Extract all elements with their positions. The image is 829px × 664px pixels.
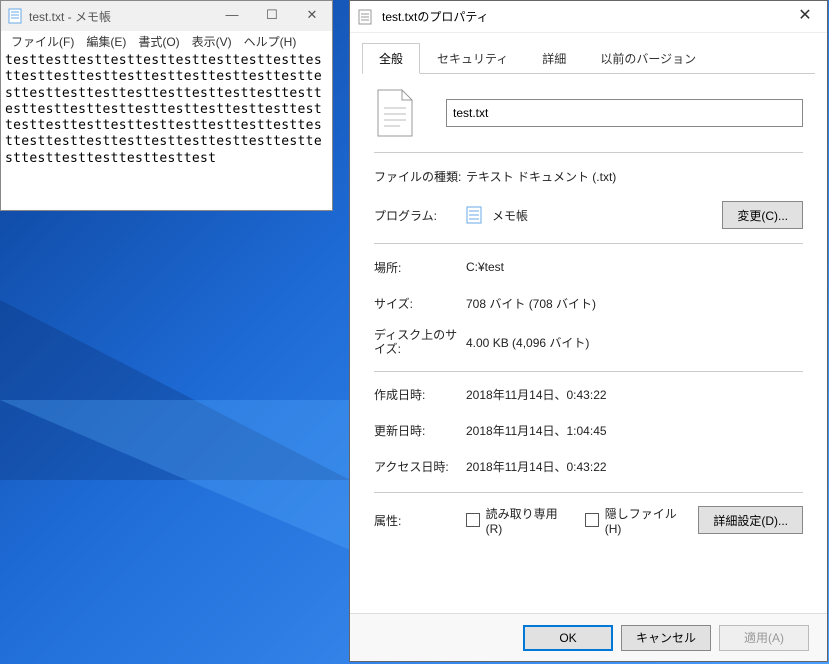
properties-tabs: 全般 セキュリティ 詳細 以前のバージョン (350, 33, 827, 73)
readonly-checkbox[interactable] (466, 513, 480, 527)
menu-file[interactable]: ファイル(F) (5, 31, 80, 51)
advanced-button[interactable]: 詳細設定(D)... (698, 506, 803, 534)
menu-view[interactable]: 表示(V) (186, 31, 238, 51)
label-attributes: 属性: (374, 512, 466, 529)
notepad-text-area[interactable]: testtesttesttesttesttesttesttesttesttest… (1, 51, 332, 210)
minimize-button[interactable]: — (212, 1, 252, 31)
change-program-button[interactable]: 変更(C)... (722, 201, 803, 229)
properties-title: test.txtのプロパティ (382, 8, 783, 25)
notepad-title: test.txt - メモ帳 (29, 8, 212, 25)
menu-edit[interactable]: 編集(E) (80, 31, 132, 51)
hidden-checkbox[interactable] (585, 513, 599, 527)
tab-general[interactable]: 全般 (362, 43, 420, 74)
notepad-window: test.txt - メモ帳 — ☐ ✕ ファイル(F) 編集(E) 書式(O)… (0, 0, 333, 211)
cancel-button[interactable]: キャンセル (621, 625, 711, 651)
tab-security[interactable]: セキュリティ (420, 43, 525, 73)
label-disk-size: ディスク上のサイズ: (374, 328, 466, 357)
label-location: 場所: (374, 259, 466, 276)
readonly-label: 読み取り専用(R) (486, 505, 572, 536)
label-size: サイズ: (374, 295, 466, 312)
value-modified: 2018年11月14日、1:04:45 (466, 422, 803, 439)
ok-button[interactable]: OK (523, 625, 613, 651)
properties-dialog: test.txtのプロパティ ✕ 全般 セキュリティ 詳細 以前のバージョン フ… (349, 0, 828, 662)
notepad-titlebar[interactable]: test.txt - メモ帳 — ☐ ✕ (1, 1, 332, 31)
value-size: 708 バイト (708 バイト) (466, 295, 803, 312)
value-location: C:¥test (466, 260, 803, 274)
label-modified: 更新日時: (374, 422, 466, 439)
filename-input[interactable] (446, 99, 803, 127)
apply-button[interactable]: 適用(A) (719, 625, 809, 651)
close-button[interactable]: ✕ (783, 2, 827, 32)
label-program: プログラム: (374, 207, 466, 224)
tab-details[interactable]: 詳細 (525, 43, 583, 73)
value-program: メモ帳 (492, 207, 528, 224)
notepad-app-icon (7, 8, 23, 24)
menu-help[interactable]: ヘルプ(H) (238, 31, 303, 51)
label-type: ファイルの種類: (374, 168, 466, 185)
hidden-label: 隠しファイル(H) (605, 505, 691, 536)
label-created: 作成日時: (374, 386, 466, 403)
value-created: 2018年11月14日、0:43:22 (466, 386, 803, 403)
file-type-icon (374, 88, 416, 138)
dialog-footer: OK キャンセル 適用(A) (350, 613, 827, 661)
tab-previous-versions[interactable]: 以前のバージョン (583, 43, 713, 73)
properties-file-icon (358, 9, 374, 25)
value-accessed: 2018年11月14日、0:43:22 (466, 458, 803, 475)
label-accessed: アクセス日時: (374, 458, 466, 475)
notepad-menubar: ファイル(F) 編集(E) 書式(O) 表示(V) ヘルプ(H) (1, 31, 332, 51)
close-button[interactable]: ✕ (292, 1, 332, 31)
properties-titlebar[interactable]: test.txtのプロパティ ✕ (350, 1, 827, 33)
menu-format[interactable]: 書式(O) (132, 31, 185, 51)
general-panel: ファイルの種類: テキスト ドキュメント (.txt) プログラム: メモ帳 変… (350, 74, 827, 558)
value-disk-size: 4.00 KB (4,096 バイト) (466, 334, 803, 351)
value-type: テキスト ドキュメント (.txt) (466, 168, 803, 185)
notepad-program-icon (466, 206, 484, 224)
maximize-button[interactable]: ☐ (252, 1, 292, 31)
